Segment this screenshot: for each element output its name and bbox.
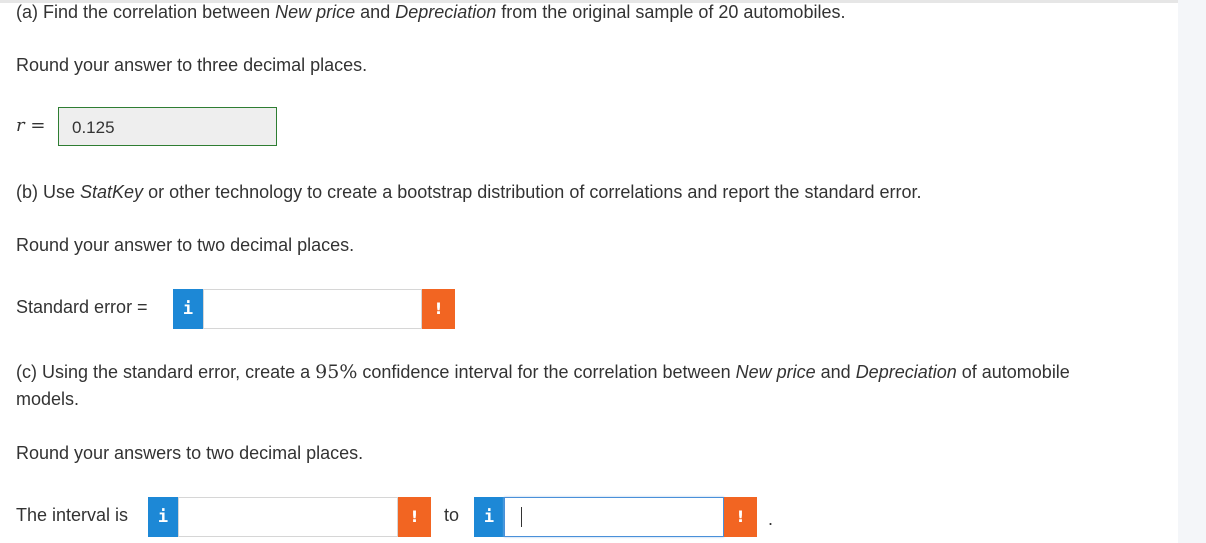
- part-c-confidence: 95%: [315, 361, 358, 383]
- part-b-rounding: Round your answer to two decimal places.: [16, 235, 355, 255]
- part-c-middle: confidence interval for the correlation …: [357, 362, 736, 382]
- part-b-question: (b) Use StatKey or other technology to c…: [16, 179, 922, 205]
- interval-end-period: .: [768, 509, 774, 529]
- standard-error-label: Standard error =: [16, 297, 148, 317]
- part-b-prefix: (b) Use: [16, 182, 81, 202]
- interval-to-word: to: [444, 505, 460, 525]
- part-b-tool: StatKey: [80, 182, 144, 202]
- part-c-and: and: [815, 362, 856, 382]
- part-c-question-line2: models.: [16, 389, 80, 409]
- info-icon[interactable]: i: [474, 497, 504, 537]
- part-a-var1: New price: [275, 2, 356, 22]
- text-cursor: [521, 507, 522, 527]
- r-label: r =: [16, 115, 46, 136]
- part-a-middle: and: [355, 2, 396, 22]
- part-a-prefix: (a) Find the correlation between: [16, 2, 276, 22]
- warning-icon[interactable]: !: [422, 289, 455, 329]
- r-answer-box: 0.125: [58, 107, 277, 146]
- part-c-var2: Depreciation: [855, 362, 957, 382]
- part-a-question: (a) Find the correlation between New pri…: [16, 0, 845, 25]
- part-b-suffix: or other technology to create a bootstra…: [143, 182, 922, 202]
- interval-lower-input[interactable]: [178, 497, 398, 537]
- standard-error-input[interactable]: [203, 289, 422, 329]
- part-a-suffix: from the original sample of 20 automobil…: [496, 2, 846, 22]
- interval-label: The interval is: [16, 505, 129, 525]
- part-a-var2: Depreciation: [395, 2, 497, 22]
- interval-upper-input[interactable]: [504, 497, 724, 537]
- part-c-question: (c) Using the standard error, create a 9…: [16, 359, 1070, 385]
- part-c-var1: New price: [735, 362, 816, 382]
- right-scroll-rail: [1178, 0, 1206, 543]
- info-icon[interactable]: i: [148, 497, 178, 537]
- warning-icon[interactable]: !: [724, 497, 757, 537]
- warning-icon[interactable]: !: [398, 497, 431, 537]
- part-c-rounding: Round your answers to two decimal places…: [16, 443, 364, 463]
- info-icon[interactable]: i: [173, 289, 203, 329]
- part-c-prefix: (c) Using the standard error, create a: [16, 362, 316, 382]
- part-a-rounding: Round your answer to three decimal place…: [16, 55, 368, 75]
- part-c-suffix: of automobile: [956, 362, 1070, 382]
